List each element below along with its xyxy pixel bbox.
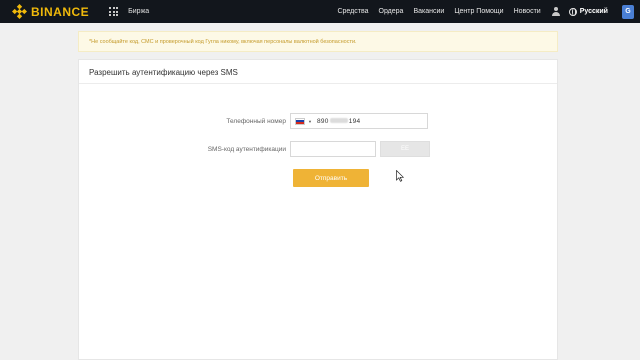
nav-link-careers[interactable]: Вакансии [413, 8, 444, 15]
binance-logo-icon [12, 4, 27, 19]
sms-code-label: SMS-код аутентификации [207, 145, 286, 153]
apps-grid-icon[interactable] [109, 7, 119, 16]
sms-auth-panel: Разрешить аутентификацию через SMS Телеф… [78, 59, 558, 360]
binance-logo[interactable]: BINANCE [12, 4, 89, 19]
globe-icon[interactable] [568, 7, 577, 16]
phone-label: Телефонный номер [226, 117, 286, 125]
sms-code-row: SMS-код аутентификации ЕЕ [170, 141, 430, 157]
phone-suffix: 194 [348, 117, 361, 125]
phone-field[interactable]: ▼ 890 194 [290, 113, 428, 129]
nav-exchange-link[interactable]: Биржа [128, 8, 149, 15]
warning-text: *Не сообщайте код, СМС и проверочный код… [89, 38, 357, 45]
top-navbar: BINANCE Биржа Средства Ордера Вакансии Ц… [0, 0, 640, 23]
phone-row: Телефонный номер ▼ 890 194 [170, 113, 428, 129]
dropdown-caret-icon[interactable]: ▼ [308, 119, 312, 124]
nav-link-funds[interactable]: Средства [337, 8, 368, 15]
nav-link-help-center[interactable]: Центр Помощи [454, 8, 503, 15]
sms-code-input[interactable] [290, 141, 376, 157]
mouse-cursor-icon [396, 170, 404, 182]
divider [79, 83, 557, 84]
send-code-button[interactable]: ЕЕ [380, 141, 430, 157]
nav-link-news[interactable]: Новости [514, 8, 541, 15]
security-warning-banner: *Не сообщайте код, СМС и проверочный код… [78, 31, 558, 52]
language-selector[interactable]: Русский [580, 8, 608, 15]
brand-name: BINANCE [31, 4, 90, 19]
user-icon[interactable] [551, 6, 561, 17]
translate-icon[interactable]: G [622, 4, 634, 19]
submit-button[interactable]: Отправить [293, 169, 369, 187]
page-title: Разрешить аутентификацию через SMS [89, 68, 238, 77]
phone-redacted [329, 118, 348, 124]
russia-flag-icon[interactable] [295, 117, 305, 125]
nav-link-orders[interactable]: Ордера [379, 8, 404, 15]
phone-prefix: 890 [316, 117, 329, 125]
nav-right-group: Средства Ордера Вакансии Центр Помощи Но… [337, 0, 640, 23]
phone-value: 890 194 [317, 118, 361, 125]
